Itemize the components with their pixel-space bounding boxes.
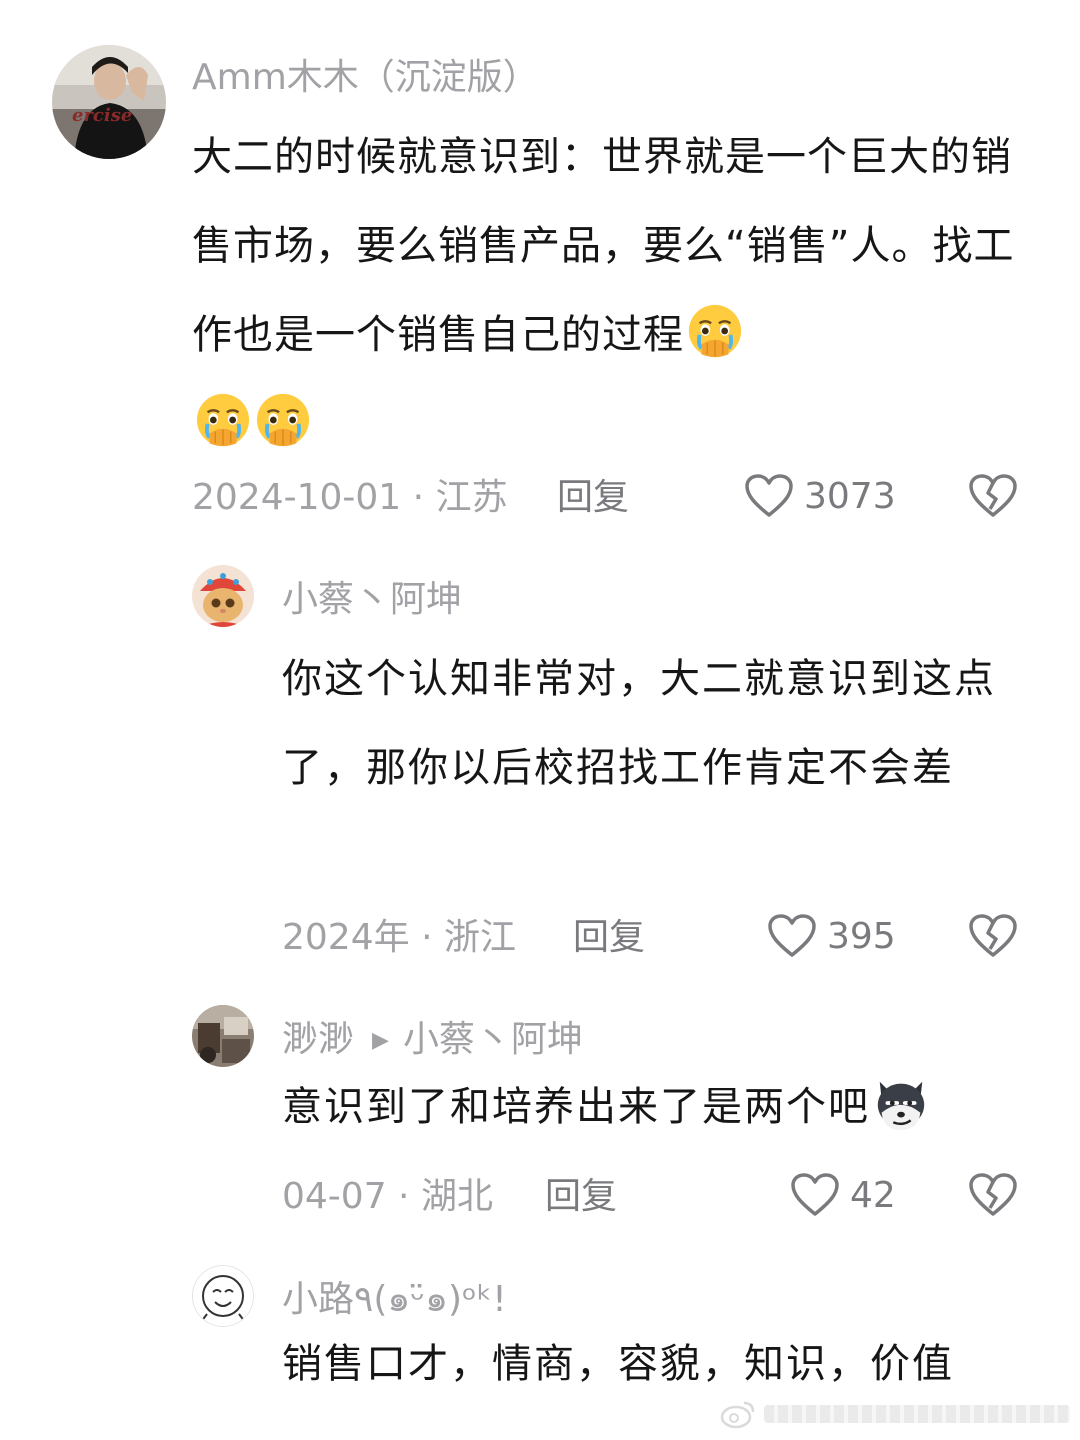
broken-heart-icon: [969, 914, 1017, 957]
crying-hand-over-mouth-emoji: [688, 304, 742, 358]
meta-separator: ·: [409, 917, 444, 958]
like-count: 3073: [804, 475, 896, 517]
comment-list-screen: ercise Amm木木（沉淀版） 大二的时候就意识到：世界就是一个巨大的销售市…: [0, 0, 1080, 1440]
like-button[interactable]: 42: [790, 1165, 896, 1225]
avatar-smiley-sketch: [193, 1266, 253, 1326]
username[interactable]: 小路٩(๑ᵕ̈๑)ᵒᵏ!: [282, 1276, 507, 1324]
comment-text-content: 意识到了和培养出来了是两个吧: [282, 1084, 870, 1130]
play-triangle-icon: ▶: [372, 1028, 389, 1053]
heart-outline-icon: [791, 1173, 839, 1216]
reply-comment-item: 小蔡丶阿坤 你这个认知非常对，大二就意识到这点了，那你以后校招找工作肯定不会差 …: [0, 540, 1080, 980]
dislike-button[interactable]: [968, 466, 1018, 526]
meta-separator: ·: [386, 1176, 421, 1217]
comment-text: 意识到了和培养出来了是两个吧: [282, 1074, 1012, 1137]
watermark-text-bar: [764, 1405, 1070, 1423]
comment-date: 04-07: [282, 1176, 387, 1217]
avatar-cat-with-crown: [192, 565, 254, 627]
heart-outline-icon: [745, 474, 793, 517]
reply-button[interactable]: 回复: [573, 908, 645, 968]
comment-location: 湖北: [420, 1176, 493, 1217]
meta-separator: ·: [401, 477, 436, 518]
watermark: [720, 1394, 1070, 1434]
comment-meta: 04-07 · 湖北: [282, 1167, 493, 1227]
comment-meta: 2024-10-01 · 江苏: [192, 468, 508, 528]
comment-text: 你这个认知非常对，大二就意识到这点了，那你以后校招找工作肯定不会差: [282, 656, 996, 791]
comment-text: 销售口才，情商，容貌，知识，价值: [282, 1341, 954, 1387]
avatar-photo-scene: [192, 1005, 254, 1067]
broken-heart-icon: [969, 1173, 1017, 1216]
comment-meta: 2024年 · 浙江: [282, 908, 516, 968]
smirking-dog-emoji: [877, 1081, 925, 1131]
dislike-button[interactable]: [968, 906, 1018, 966]
heart-outline-icon: [768, 914, 816, 957]
svg-text:ercise: ercise: [72, 105, 132, 126]
comment-location: 浙江: [443, 917, 516, 958]
avatar[interactable]: [192, 1005, 254, 1067]
comment-date: 2024-10-01: [192, 477, 402, 518]
comment-date: 2024年: [282, 917, 410, 958]
reply-to-username[interactable]: 小蔡丶阿坤: [403, 1019, 583, 1060]
dislike-button[interactable]: [968, 1165, 1018, 1225]
broken-heart-icon: [969, 474, 1017, 517]
username: 渺渺 ▶ 小蔡丶阿坤: [282, 1016, 583, 1065]
username[interactable]: Amm木木（沉淀版）: [192, 54, 539, 102]
comment-item: ercise Amm木木（沉淀版） 大二的时候就意识到：世界就是一个巨大的销售市…: [0, 0, 1080, 540]
comment-text-content: 大二的时候就意识到：世界就是一个巨大的销售市场，要么销售产品，要么“销售”人。找…: [192, 134, 1015, 358]
reply-comment-item: 渺渺 ▶ 小蔡丶阿坤 意识到了和培养出来了是两个吧 04-07 · 湖北 回复: [0, 980, 1080, 1250]
avatar[interactable]: [192, 565, 254, 627]
crying-hand-over-mouth-emoji: [256, 393, 310, 447]
reply-button[interactable]: 回复: [545, 1167, 617, 1227]
username-text[interactable]: 渺渺: [282, 1019, 354, 1060]
comment-location: 江苏: [435, 477, 508, 518]
like-button[interactable]: 3073: [744, 466, 896, 526]
crying-hand-over-mouth-emoji: [196, 393, 250, 447]
like-button[interactable]: 395: [767, 906, 896, 966]
like-count: 42: [850, 1174, 896, 1216]
comment-text: 大二的时候就意识到：世界就是一个巨大的销售市场，要么销售产品，要么“销售”人。找…: [192, 113, 1022, 469]
username[interactable]: 小蔡丶阿坤: [282, 576, 462, 624]
reply-button[interactable]: 回复: [557, 468, 629, 528]
like-count: 395: [827, 915, 896, 957]
avatar-photo-person: ercise: [52, 45, 166, 159]
avatar[interactable]: ercise: [52, 45, 166, 159]
avatar[interactable]: [192, 1265, 254, 1327]
weibo-logo-icon: [720, 1401, 755, 1429]
